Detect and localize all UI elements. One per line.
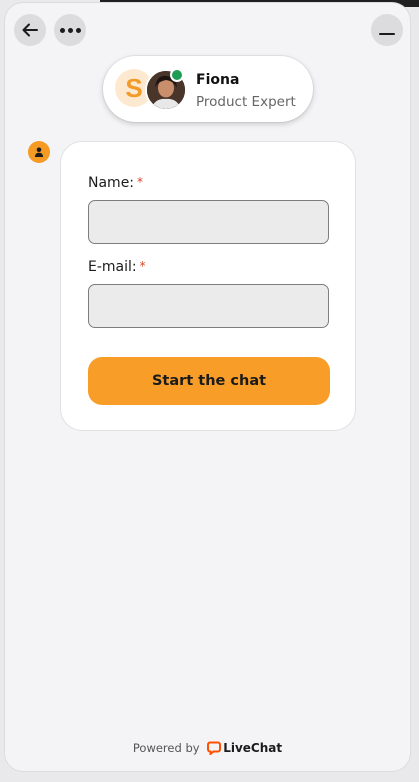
livechat-brand: LiveChat <box>223 741 283 755</box>
email-label: E-mail: * <box>88 259 146 275</box>
more-options-button[interactable] <box>54 14 86 46</box>
agent-role: Product Expert <box>196 94 296 110</box>
required-marker: * <box>139 259 146 273</box>
back-button[interactable] <box>14 14 46 46</box>
ellipsis-icon <box>59 27 81 33</box>
livechat-logo-icon <box>207 741 222 755</box>
agent-card: S Fiona Product Expert <box>103 56 313 122</box>
online-status-indicator <box>170 68 184 82</box>
minimize-icon <box>379 32 395 36</box>
bot-avatar <box>28 141 50 163</box>
name-label: Name: * <box>88 175 144 191</box>
email-input[interactable] <box>88 284 329 328</box>
user-icon <box>34 147 44 157</box>
powered-by-text: Powered by <box>132 741 200 755</box>
name-input[interactable] <box>88 200 329 244</box>
chat-widget: S Fiona Product Expert Name:* E-mail:* <box>5 3 410 771</box>
start-chat-button[interactable]: Start the chat <box>88 357 330 405</box>
required-marker: * <box>137 175 144 189</box>
minimize-button[interactable] <box>371 14 403 46</box>
agent-name: Fiona <box>196 72 240 88</box>
arrow-left-icon <box>22 23 38 37</box>
powered-by-footer[interactable]: Powered by LiveChat <box>5 741 410 755</box>
prechat-form: Name: * E-mail: * Start the chat <box>60 141 356 431</box>
